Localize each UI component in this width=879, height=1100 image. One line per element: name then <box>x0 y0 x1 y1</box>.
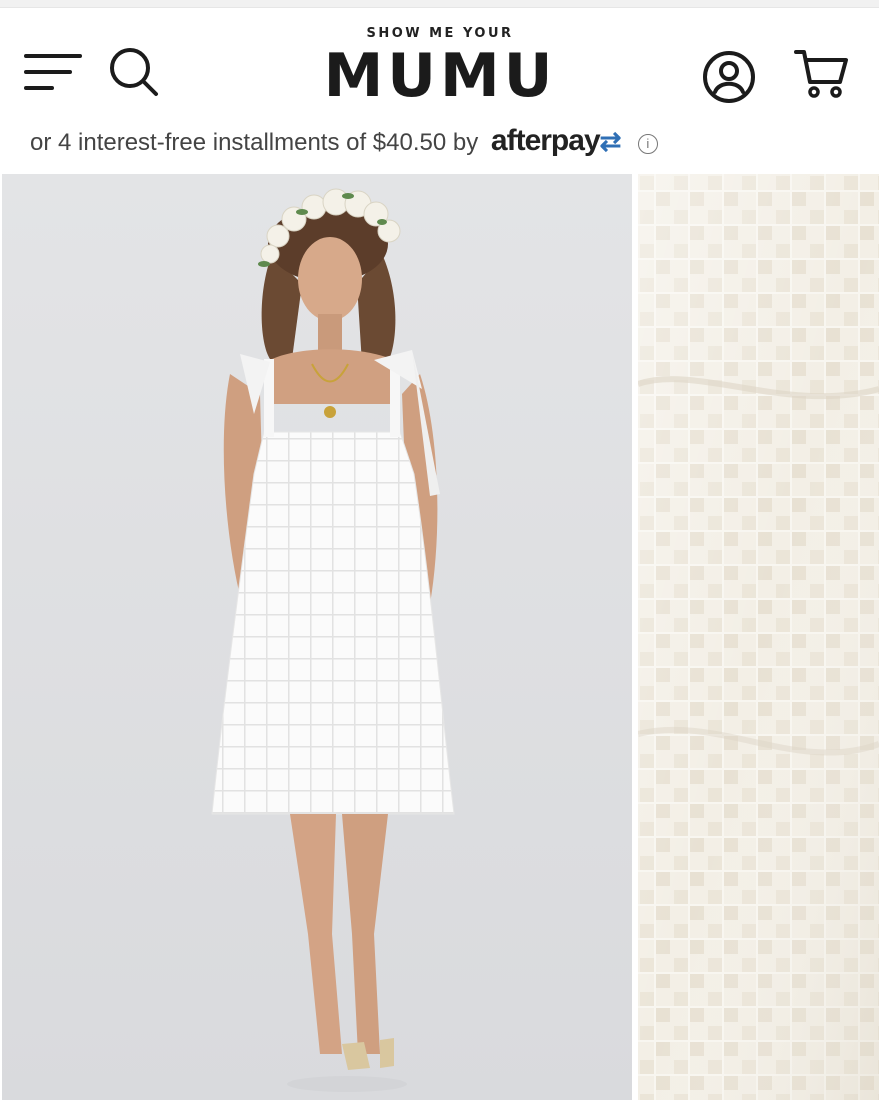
cart-icon <box>794 50 848 98</box>
menu-icon <box>24 54 82 90</box>
cart-button[interactable] <box>792 46 852 106</box>
brand-wordmark: MUMU <box>323 41 557 111</box>
account-button[interactable] <box>700 48 758 106</box>
brand-tagline: SHOW ME YOUR <box>366 26 514 41</box>
brand-logo[interactable]: SHOW ME YOUR MUMU <box>280 26 600 107</box>
afterpay-arrows-icon: ⇄ <box>599 126 622 156</box>
product-gallery <box>0 174 879 1100</box>
info-glyph: i <box>646 135 650 151</box>
search-icon <box>110 48 158 96</box>
product-detail-image[interactable] <box>638 174 879 1100</box>
menu-button[interactable] <box>22 48 84 96</box>
model-white-gingham-dress-photo <box>2 174 632 1100</box>
info-icon[interactable]: i <box>637 133 658 154</box>
account-icon <box>703 51 755 103</box>
installments-text: or 4 interest-free installments of $40.5… <box>30 129 479 156</box>
afterpay-logo[interactable]: afterpay⇄ <box>491 124 628 157</box>
afterpay-wordmark: afterpay <box>490 124 601 157</box>
search-button[interactable] <box>106 44 162 100</box>
installments-banner: or 4 interest-free installments of $40.5… <box>0 120 879 160</box>
site-header: SHOW ME YOUR MUMU <box>0 8 879 128</box>
installments-line: or 4 interest-free installments of $40.5… <box>30 124 658 158</box>
product-main-image[interactable] <box>2 174 632 1100</box>
browser-top-edge <box>0 0 879 8</box>
fabric-closeup-photo <box>638 174 879 1100</box>
